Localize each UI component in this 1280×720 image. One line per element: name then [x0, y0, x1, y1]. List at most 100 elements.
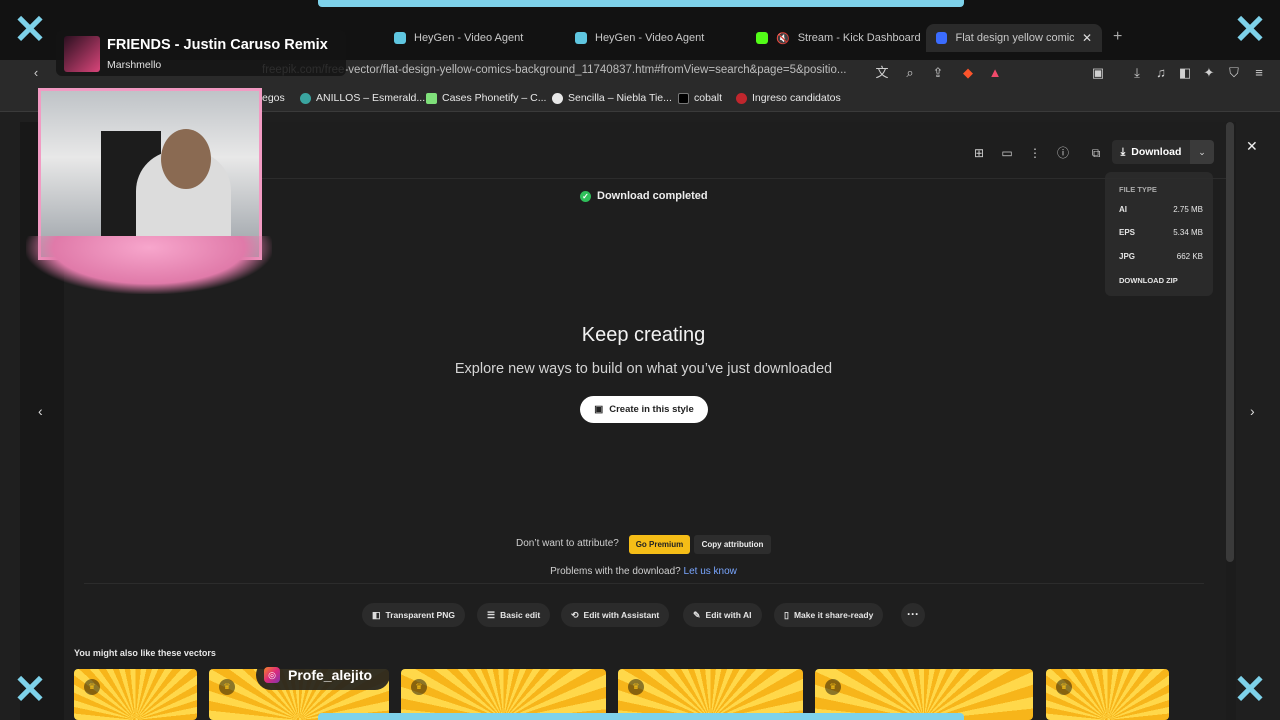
- site-icon: [678, 92, 689, 104]
- brave-rewards-icon[interactable]: ▲: [985, 63, 1005, 83]
- chevron-down-icon: ⌄: [1198, 147, 1206, 157]
- download-format-eps[interactable]: EPS 5.34 MB: [1119, 228, 1203, 237]
- sliders-icon: ☰: [487, 609, 496, 620]
- divider: [84, 583, 1204, 584]
- suggested-vector-thumb[interactable]: ♛: [74, 669, 197, 720]
- instagram-icon: ◎: [264, 667, 280, 683]
- ai-icon: ✎: [693, 609, 701, 620]
- downloads-icon[interactable]: ⤓: [1127, 63, 1147, 83]
- download-format-menu: FILE TYPE AI 2.75 MB EPS 5.34 MB JPG 662…: [1105, 172, 1213, 296]
- download-format-jpg[interactable]: JPG 662 KB: [1119, 252, 1203, 261]
- premium-crown-icon: ♛: [1056, 679, 1072, 695]
- suggested-vector-thumb[interactable]: ♛: [1046, 669, 1169, 720]
- premium-crown-icon: ♛: [219, 679, 235, 695]
- next-arrow-icon[interactable]: ›: [1250, 403, 1255, 419]
- translate-icon[interactable]: 文: [872, 63, 892, 83]
- site-icon: [426, 92, 437, 104]
- media-icon[interactable]: ♫: [1151, 63, 1171, 83]
- song-title: FRIENDS - Justin Caruso Remix: [107, 37, 328, 53]
- url-field[interactable]: freepik.com/free-vector/flat-design-yell…: [262, 64, 862, 82]
- more-vertical-icon[interactable]: ⋮: [1026, 144, 1044, 162]
- webcam-decorative-frame: [26, 236, 272, 294]
- previous-arrow-icon[interactable]: ‹: [38, 403, 43, 419]
- folder-icon[interactable]: ▭: [998, 144, 1016, 162]
- premium-crown-icon: ♛: [411, 679, 427, 695]
- bookmark-item[interactable]: cobalt: [678, 92, 722, 104]
- image-icon: ▣: [594, 404, 604, 415]
- edit-with-assistant-button[interactable]: ⟲ Edit with Assistant: [561, 603, 670, 627]
- info-icon[interactable]: ⓘ: [1054, 144, 1072, 162]
- download-icon: ⤓: [1120, 145, 1126, 158]
- bookmark-item[interactable]: Ingreso candidatos: [736, 92, 841, 104]
- image-icon: ◧: [372, 609, 381, 620]
- corner-ornament-icon: ✕: [13, 8, 47, 52]
- transparent-png-button[interactable]: ◧ Transparent PNG: [362, 603, 465, 627]
- back-icon[interactable]: ‹: [26, 63, 46, 83]
- create-in-style-button[interactable]: ▣ Create in this style: [580, 396, 708, 423]
- bookmark-item[interactable]: egos: [262, 92, 285, 104]
- file-type-header: FILE TYPE: [1119, 185, 1157, 194]
- muted-speaker-icon: 🔇: [776, 32, 790, 45]
- download-button[interactable]: ⤓ Download: [1112, 140, 1190, 164]
- problems-line: Problems with the download? Let us know: [550, 566, 737, 577]
- bookmark-item[interactable]: ANILLOS – Esmerald...: [300, 92, 425, 104]
- share-icon[interactable]: ⇪: [928, 63, 948, 83]
- tab-heygen-2[interactable]: HeyGen - Video Agent: [575, 26, 704, 50]
- let-us-know-link[interactable]: Let us know: [684, 566, 737, 577]
- album-art: [64, 36, 100, 72]
- social-handle-overlay: ◎ Profe_alejito: [256, 660, 390, 690]
- download-status: ✓ Download completed: [580, 190, 708, 202]
- hero-title: Keep creating: [581, 324, 706, 346]
- share-ready-button[interactable]: ▯ Make it share-ready: [774, 603, 884, 627]
- close-modal-icon[interactable]: ✕: [1246, 138, 1258, 155]
- download-zip-option[interactable]: DOWNLOAD ZIP: [1119, 276, 1178, 285]
- basic-edit-button[interactable]: ☰ Basic edit: [477, 603, 551, 627]
- heygen-icon: [394, 32, 406, 44]
- site-icon: [300, 92, 311, 104]
- premium-crown-icon: ♛: [628, 679, 644, 695]
- corner-ornament-icon: ✕: [1233, 668, 1267, 712]
- tab-kick-dashboard[interactable]: 🔇 Stream - Kick Dashboard: [756, 26, 921, 50]
- assistant-icon: ⟲: [571, 609, 579, 620]
- phone-icon: ▯: [784, 609, 789, 620]
- more-actions-icon[interactable]: ···: [901, 603, 925, 627]
- tab-heygen-1[interactable]: HeyGen - Video Agent: [394, 26, 523, 50]
- download-options-toggle[interactable]: ⌄: [1190, 140, 1214, 164]
- site-icon: [552, 92, 563, 104]
- copy-attribution-button[interactable]: Copy attribution: [694, 535, 771, 554]
- reader-mode-icon[interactable]: ▣: [1088, 63, 1108, 83]
- song-artist: Marshmello: [107, 59, 162, 71]
- brave-shield-icon[interactable]: ◆: [958, 63, 978, 83]
- close-tab-icon[interactable]: ✕: [1082, 31, 1092, 45]
- streamer-head: [161, 129, 211, 189]
- premium-crown-icon: ♛: [84, 679, 100, 695]
- freepik-icon: [936, 32, 948, 44]
- menu-icon[interactable]: ≡: [1249, 63, 1269, 83]
- overlay-border-top: [318, 0, 964, 7]
- leo-ai-icon[interactable]: ✦: [1199, 63, 1219, 83]
- edit-with-ai-button[interactable]: ✎ Edit with AI: [683, 603, 762, 627]
- heygen-icon: [575, 32, 587, 44]
- premium-crown-icon: ♛: [825, 679, 841, 695]
- sidebar-icon[interactable]: ◧: [1175, 63, 1195, 83]
- overlay-border-bottom: [318, 713, 964, 720]
- site-icon: [736, 92, 747, 104]
- vpn-icon[interactable]: ⛉: [1224, 63, 1244, 83]
- bookmark-item[interactable]: Cases Phonetify – C...: [426, 92, 546, 104]
- new-tab-icon[interactable]: +: [1113, 28, 1122, 46]
- go-premium-button[interactable]: Go Premium: [629, 535, 690, 554]
- check-circle-icon: ✓: [580, 190, 591, 202]
- collection-add-icon[interactable]: ⊞: [970, 144, 988, 162]
- tab-freepik-active[interactable]: Flat design yellow comics b ✕: [926, 24, 1102, 52]
- corner-ornament-icon: ✕: [13, 668, 47, 712]
- hero-subtitle: Explore new ways to build on what you’ve…: [454, 361, 833, 377]
- copy-icon[interactable]: ⧉: [1087, 144, 1105, 162]
- bookmark-item[interactable]: Sencilla – Niebla Tie...: [552, 92, 672, 104]
- kick-icon: [756, 32, 768, 44]
- corner-ornament-icon: ✕: [1233, 8, 1267, 52]
- download-format-ai[interactable]: AI 2.75 MB: [1119, 205, 1203, 214]
- attribution-question: Don’t want to attribute?: [516, 538, 619, 549]
- suggestions-title: You might also like these vectors: [74, 648, 216, 658]
- zoom-icon[interactable]: ⌕: [900, 63, 920, 83]
- webcam-feed: [38, 88, 262, 260]
